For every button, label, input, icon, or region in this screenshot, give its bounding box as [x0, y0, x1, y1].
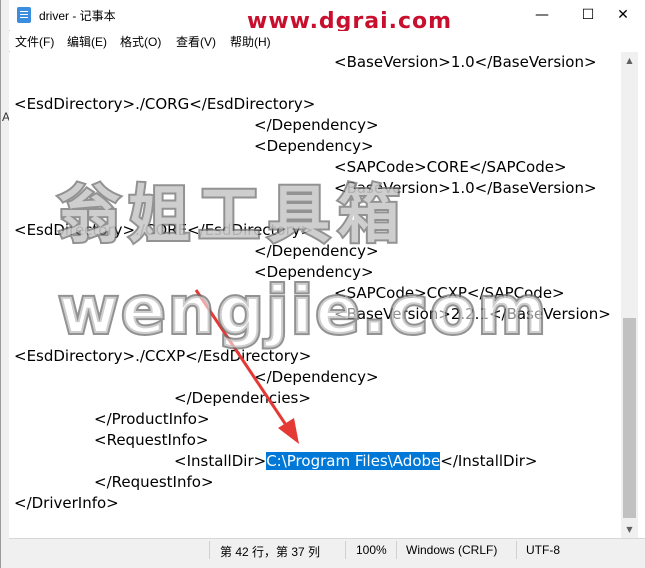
line-text: <Dependency>: [254, 263, 374, 281]
text-line: <EsdDirectory>./CORE</EsdDirectory>: [14, 220, 313, 241]
line-text: </Dependencies>: [174, 389, 311, 407]
line-text: <SAPCode>CCXP</SAPCode>: [334, 284, 565, 302]
notepad-window: A driver - 记事本 www.dgrai.com — ☐ ✕ 文件(F)…: [0, 0, 645, 568]
text-line: <Dependency>: [254, 262, 374, 283]
text-line: <SAPCode>CORE</SAPCode>: [334, 157, 567, 178]
text-line: </Dependency>: [254, 115, 379, 136]
text-line: <EsdDirectory>./CCXP</EsdDirectory>: [14, 346, 311, 367]
text-line: <BaseVersion>1.0</BaseVersion>: [334, 178, 597, 199]
line-text: <RequestInfo>: [94, 431, 209, 449]
text-line: <EsdDirectory>./CORG</EsdDirectory>: [14, 94, 315, 115]
line-text: </DriverInfo>: [14, 494, 119, 512]
title-bar[interactable]: driver - 记事本 www.dgrai.com — ☐ ✕: [9, 0, 645, 34]
text-line: </Dependency>: [254, 241, 379, 262]
menu-bar: 文件(F) 编辑(E) 格式(O) 查看(V) 帮助(H): [9, 31, 645, 51]
text-line: <BaseVersion>2.2.1</BaseVersion>: [334, 304, 611, 325]
cursor-position: 第 42 行，第 37 列: [220, 545, 321, 559]
scroll-down-arrow-icon[interactable]: ▼: [621, 521, 638, 538]
text-line: </Dependency>: [254, 367, 379, 388]
line-text: <SAPCode>CORE</SAPCode>: [334, 158, 567, 176]
menu-edit[interactable]: 编辑(E): [67, 33, 107, 50]
text-editor[interactable]: <BaseVersion>1.0</BaseVersion> <EsdDirect…: [9, 52, 621, 538]
line-text: </Dependency>: [254, 242, 379, 260]
minimize-button[interactable]: —: [519, 0, 565, 30]
line-ending: Windows (CRLF): [406, 543, 498, 557]
scrollbar-thumb[interactable]: [623, 318, 636, 518]
line-text: <BaseVersion>1.0</BaseVersion>: [334, 179, 597, 197]
menu-view[interactable]: 查看(V): [176, 33, 216, 50]
line-text: <BaseVersion>1.0</BaseVersion>: [334, 53, 597, 71]
status-divider: [516, 541, 517, 559]
zoom-level: 100%: [356, 543, 387, 557]
menu-file[interactable]: 文件(F): [15, 33, 54, 50]
line-text: </RequestInfo>: [94, 473, 214, 491]
text-line: <BaseVersion>1.0</BaseVersion>: [334, 52, 597, 73]
line-text: <InstallDir>: [174, 452, 267, 470]
text-line: <Dependency>: [254, 136, 374, 157]
line-text: <Dependency>: [254, 137, 374, 155]
status-divider: [345, 541, 346, 559]
file-encoding: UTF-8: [526, 543, 560, 557]
scroll-up-arrow-icon[interactable]: ▲: [621, 52, 638, 69]
status-bar: 第 42 行，第 37 列 100% Windows (CRLF) UTF-8: [9, 538, 645, 561]
close-button[interactable]: ✕: [600, 0, 645, 30]
text-line: <SAPCode>CCXP</SAPCode>: [334, 283, 565, 304]
window-title: driver - 记事本: [39, 9, 116, 23]
line-text: <BaseVersion>2.2.1</BaseVersion>: [334, 305, 611, 323]
menu-help[interactable]: 帮助(H): [230, 33, 271, 50]
text-line: <RequestInfo>: [94, 430, 208, 451]
text-line: </Dependencies>: [174, 388, 311, 409]
line-text-after: </InstallDir>: [440, 452, 538, 470]
text-line: </ProductInfo>: [94, 409, 210, 430]
text-line: </DriverInfo>: [14, 493, 119, 514]
line-text: <EsdDirectory>./CORG</EsdDirectory>: [14, 95, 316, 113]
window-bottom-edge: [1, 561, 645, 568]
line-text: <EsdDirectory>./CORE</EsdDirectory>: [14, 221, 314, 239]
text-line: </RequestInfo>: [94, 472, 214, 493]
status-divider: [396, 541, 397, 559]
menu-format[interactable]: 格式(O): [120, 33, 161, 50]
notepad-icon: [17, 7, 31, 23]
line-text: </Dependency>: [254, 368, 379, 386]
text-line: <InstallDir>C:\Program Files\Adobe</Inst…: [174, 451, 537, 472]
selected-text: C:\Program Files\Adobe: [266, 452, 441, 470]
line-text: </ProductInfo>: [94, 410, 210, 428]
line-text: </Dependency>: [254, 116, 379, 134]
status-divider: [209, 541, 210, 559]
vertical-scrollbar[interactable]: ▲ ▼: [621, 52, 638, 538]
line-text: <EsdDirectory>./CCXP</EsdDirectory>: [14, 347, 312, 365]
